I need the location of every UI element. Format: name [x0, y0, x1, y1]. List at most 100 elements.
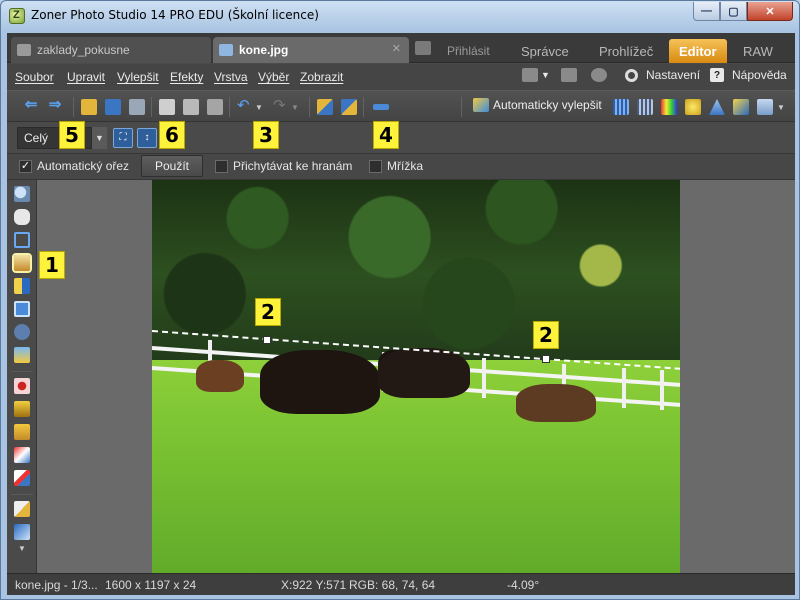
tab-viewer[interactable]: Prohlížeč [589, 39, 663, 63]
lightbulb-icon[interactable] [685, 99, 701, 115]
photo-trees [152, 180, 680, 370]
tab-raw[interactable]: RAW [733, 39, 783, 63]
guide-handle-right[interactable] [542, 355, 550, 363]
menu-file[interactable]: Soubor [15, 70, 54, 84]
chevron-down-icon: ▼ [541, 70, 550, 80]
open-folder-icon[interactable] [81, 99, 97, 115]
straighten-tool-icon[interactable] [12, 253, 32, 273]
paste-special-icon[interactable] [207, 99, 223, 115]
save-icon[interactable] [105, 99, 121, 115]
fence-post [660, 370, 664, 410]
status-file: kone.jpg - 1/3... [15, 578, 98, 592]
fill-tool-icon[interactable] [14, 524, 30, 540]
folder-icon [17, 44, 31, 56]
tab-manager[interactable]: Správce [511, 39, 579, 63]
title-bar: Zoner Photo Studio 14 PRO EDU (Školní li… [1, 1, 799, 31]
snap-edges-label: Přichytávat ke hranám [233, 159, 353, 173]
image-canvas[interactable] [37, 180, 795, 573]
fence-post [622, 368, 626, 408]
zoom-tool-icon[interactable] [14, 186, 30, 202]
levels-icon[interactable] [613, 99, 629, 115]
healing-brush-icon[interactable] [14, 424, 30, 440]
redo-icon[interactable]: ↷ [273, 96, 289, 114]
zoom-toolbar: Celý ▼ ⛶ ↕ [7, 122, 795, 154]
compare-after-icon[interactable] [341, 99, 357, 115]
clone-stamp-icon[interactable] [14, 401, 30, 417]
redo-dropdown-icon[interactable]: ▼ [291, 103, 307, 119]
menu-enhance[interactable]: Vylepšit [117, 70, 159, 84]
paste-icon[interactable] [183, 99, 199, 115]
auto-crop-checkbox[interactable]: ✓ [19, 160, 32, 173]
app-client-area: zaklady_pokusne kone.jpg ✕ Přihlásit Spr… [7, 33, 795, 595]
fit-height-icon[interactable]: ↕ [137, 128, 157, 148]
auto-enhance-button[interactable]: Automaticky vylepšit [473, 98, 602, 112]
tone-curve-icon[interactable] [733, 99, 749, 115]
grid-checkbox[interactable] [369, 160, 382, 173]
perspective-tool-icon[interactable] [14, 278, 30, 294]
apply-button[interactable]: Použít [141, 155, 203, 177]
grid-label: Mřížka [387, 159, 423, 173]
chevron-down-icon[interactable]: ▼ [91, 127, 107, 149]
distortion-tool-icon[interactable] [14, 324, 30, 340]
sharpen-icon[interactable] [709, 99, 725, 115]
compare-before-icon[interactable] [317, 99, 333, 115]
tab-document-zaklady[interactable]: zaklady_pokusne [11, 37, 211, 63]
callout-2b: 2 [533, 321, 559, 349]
print-icon[interactable] [129, 99, 145, 115]
main-toolbar: ⇐ ⇒ ↶ ▼ ↷ ▼ Automaticky vylepšit ▼ [7, 90, 795, 122]
effects-icon[interactable] [757, 99, 773, 115]
foal-horse [196, 360, 244, 392]
app-logo-icon [9, 8, 25, 24]
status-bar: kone.jpg - 1/3... 1600 x 1197 x 24 X:922… [7, 573, 795, 595]
gradient-tool-icon[interactable] [14, 347, 30, 363]
callout-3: 3 [253, 121, 279, 149]
frame-tool-icon[interactable] [14, 301, 30, 317]
settings-button[interactable]: Nastavení [625, 68, 700, 82]
tab-document-kone[interactable]: kone.jpg ✕ [213, 37, 409, 63]
close-button[interactable]: ✕ [747, 2, 793, 21]
auto-crop-label: Automatický ořez [37, 159, 130, 173]
tab-login[interactable]: Přihlásit [437, 39, 500, 63]
crop-tool-icon[interactable] [14, 232, 30, 248]
hand-tool-icon[interactable] [14, 209, 30, 225]
red-eye-icon[interactable] [14, 378, 30, 394]
menu-view[interactable]: Zobrazit [300, 70, 343, 84]
forward-arrow-icon[interactable]: ⇒ [45, 95, 65, 113]
effects-dropdown-icon[interactable]: ▼ [777, 103, 793, 119]
guide-handle-left[interactable] [263, 336, 271, 344]
retouch-brush-icon[interactable] [14, 447, 30, 463]
copy-icon[interactable] [159, 99, 175, 115]
enhance-brush-icon[interactable] [14, 470, 30, 486]
tool-palette: ▼ [7, 180, 37, 573]
tab-label: kone.jpg [239, 43, 289, 57]
grazing-horse [378, 348, 470, 398]
status-rgb: RGB: 68, 74, 64 [349, 578, 436, 592]
tab-editor[interactable]: Editor [669, 39, 727, 63]
photo[interactable] [152, 180, 680, 573]
ruler-icon[interactable] [373, 104, 389, 110]
monitor-icon [522, 68, 538, 82]
menu-effects[interactable]: Efekty [170, 70, 203, 84]
second-monitor-button[interactable] [561, 68, 577, 82]
color-shift-icon[interactable] [661, 99, 677, 115]
more-tools-icon[interactable]: ▼ [14, 544, 30, 560]
undo-dropdown-icon[interactable]: ▼ [255, 103, 271, 119]
new-tab-icon[interactable] [415, 41, 431, 55]
menu-edit[interactable]: Upravit [67, 70, 105, 84]
fit-to-window-icon[interactable]: ⛶ [113, 128, 133, 148]
undo-icon[interactable]: ↶ [237, 96, 253, 114]
settings-label: Nastavení [646, 68, 701, 82]
display-mode-dropdown[interactable]: ▼ [522, 68, 550, 82]
menu-selection[interactable]: Výběr [258, 70, 289, 84]
menu-layer[interactable]: Vrstva [214, 70, 248, 84]
maximize-button[interactable]: ▢ [720, 2, 747, 21]
minimize-button[interactable]: — [693, 2, 720, 21]
histogram-icon[interactable] [637, 99, 653, 115]
brush-tool-icon[interactable] [14, 501, 30, 517]
skin-button[interactable] [591, 68, 607, 82]
close-tab-icon[interactable]: ✕ [392, 42, 401, 55]
help-button[interactable]: ? Nápověda [710, 68, 787, 82]
back-arrow-icon[interactable]: ⇐ [21, 95, 41, 113]
snap-edges-checkbox[interactable] [215, 160, 228, 173]
help-label: Nápověda [732, 68, 787, 82]
